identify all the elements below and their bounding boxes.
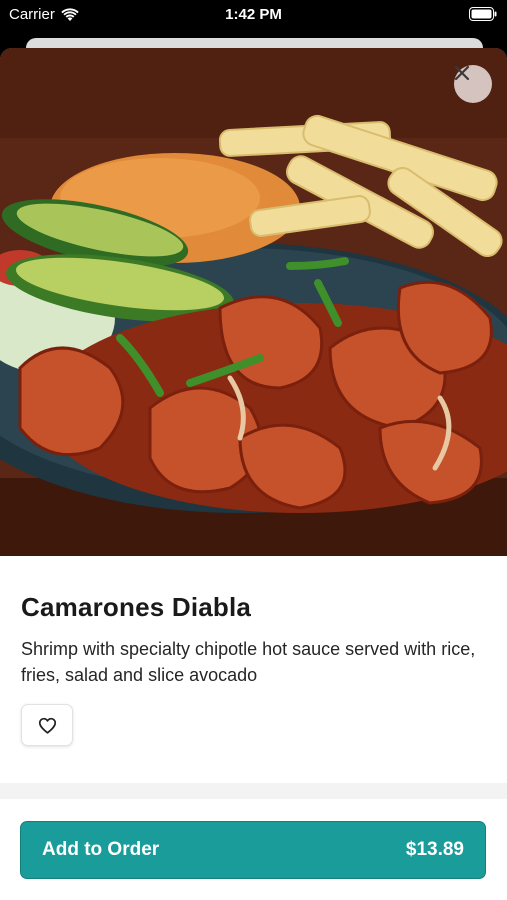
close-icon	[454, 65, 470, 81]
heart-outline-icon	[38, 717, 56, 734]
item-price: $13.89	[405, 839, 464, 860]
order-footer: Add to Order $13.89	[0, 799, 507, 900]
close-button[interactable]	[454, 65, 492, 103]
food-photo	[0, 48, 507, 556]
section-divider	[0, 783, 507, 799]
add-to-order-label: Add to Order	[42, 839, 160, 860]
item-detail-screen: Carrier 1:42 PM Camarones Diabla Shrimp …	[0, 0, 507, 900]
battery-icon	[469, 7, 497, 25]
status-time: 1:42 PM	[225, 6, 282, 23]
item-name: Camarones Diabla	[21, 592, 252, 622]
add-to-order-button[interactable]: Add to Order $13.89	[20, 821, 486, 879]
item-details: Camarones Diabla Shrimp with specialty c…	[0, 556, 507, 784]
item-description: Shrimp with specialty chipotle hot sauce…	[21, 639, 476, 685]
status-bar: Carrier 1:42 PM	[0, 0, 507, 30]
item-detail-sheet: Camarones Diabla Shrimp with specialty c…	[0, 48, 507, 900]
favorite-button[interactable]	[21, 704, 73, 746]
